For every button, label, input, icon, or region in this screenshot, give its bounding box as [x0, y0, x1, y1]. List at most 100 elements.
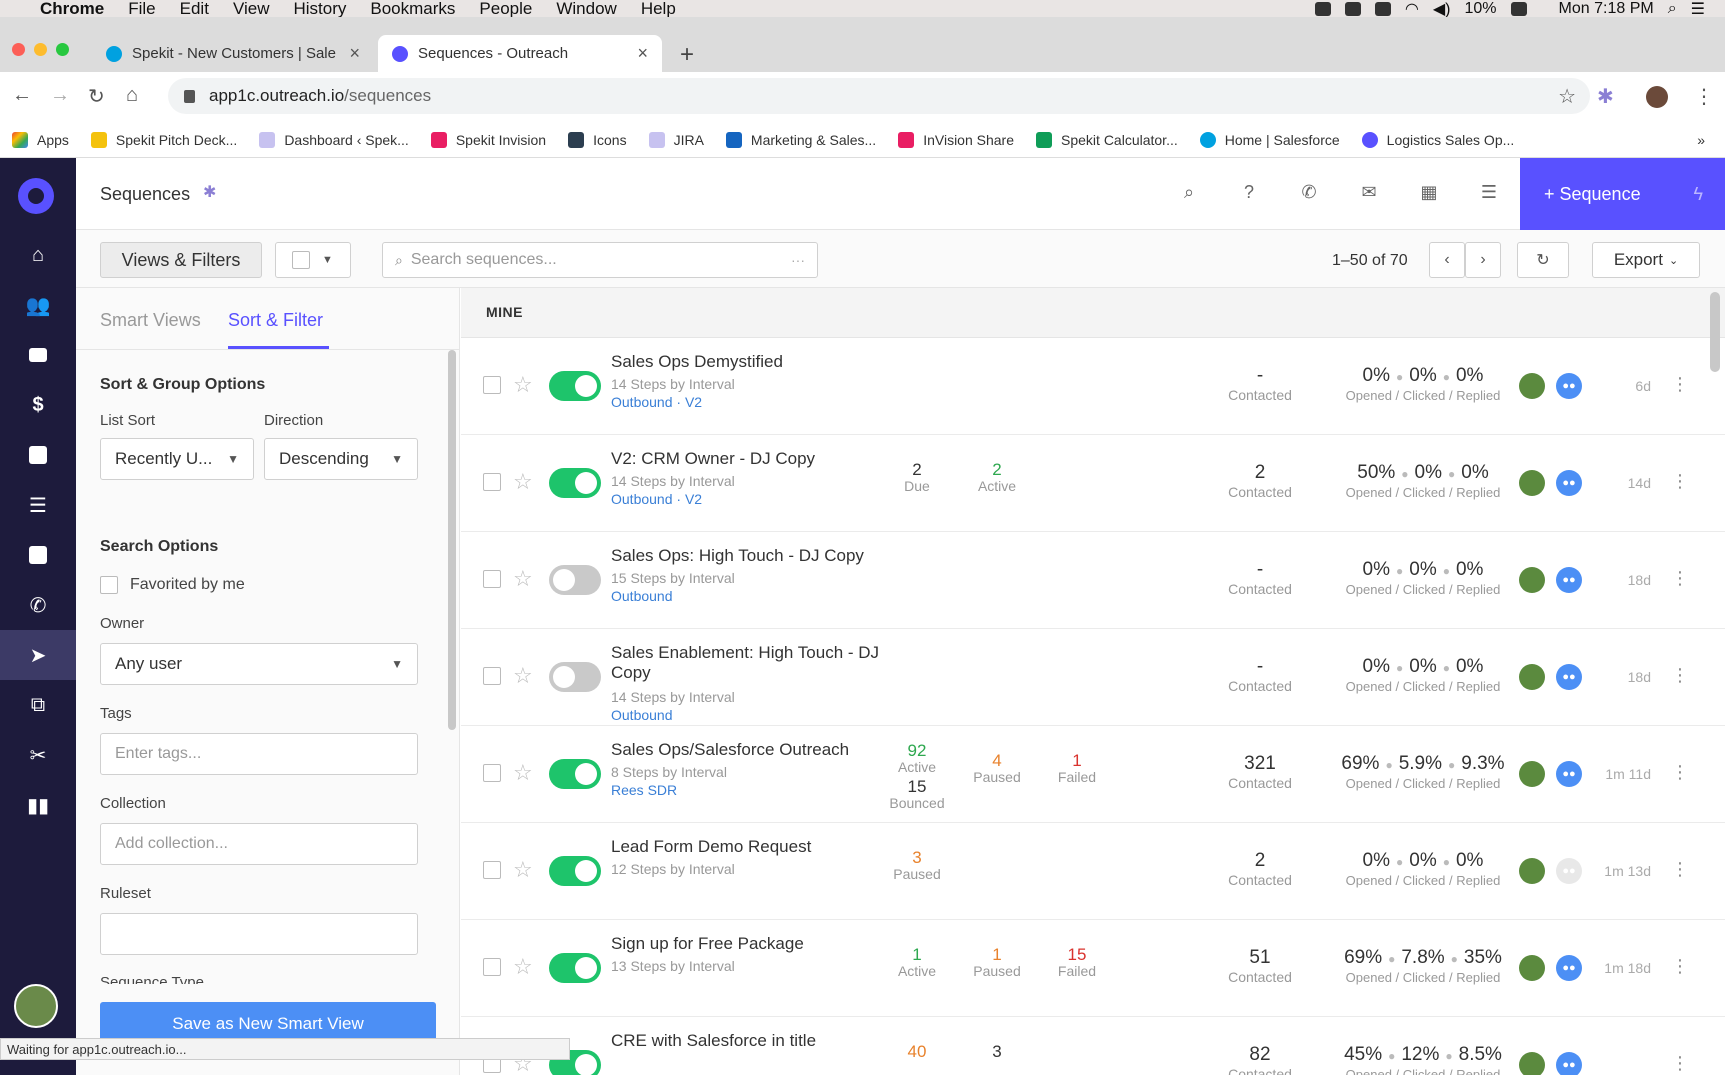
sequence-row[interactable]: ☆ V2: CRM Owner - DJ Copy 14 Steps by Inte…	[461, 435, 1725, 532]
close-tab-icon[interactable]: ×	[349, 43, 360, 64]
favorite-star-icon[interactable]: ☆	[513, 857, 533, 883]
spekit-sparkle-icon[interactable]: ✱	[203, 182, 216, 202]
sequence-toggle[interactable]	[549, 565, 601, 595]
sequence-toggle[interactable]	[549, 468, 601, 498]
row-menu-icon[interactable]: ⋮	[1671, 762, 1689, 783]
tab-sort-filter[interactable]: Sort & Filter	[228, 310, 323, 331]
menu-bookmarks[interactable]: Bookmarks	[370, 0, 455, 19]
select-all-checkbox[interactable]	[292, 251, 310, 269]
bulk-select-dropdown[interactable]: ▼	[275, 242, 351, 278]
stat-active[interactable]: 1 Active	[877, 946, 957, 980]
row-checkbox[interactable]	[483, 376, 501, 394]
new-sequence-button[interactable]: + Sequence ϟ	[1520, 158, 1725, 230]
bookmark-calculator[interactable]: Spekit Calculator...	[1036, 131, 1178, 148]
menu-chrome[interactable]: Chrome	[40, 0, 104, 19]
menu-people[interactable]: People	[479, 0, 532, 19]
row-menu-icon[interactable]: ⋮	[1671, 1053, 1689, 1074]
ruleset-input[interactable]	[115, 925, 417, 943]
shared-group-icon[interactable]: ●●	[1556, 664, 1582, 690]
row-checkbox[interactable]	[483, 473, 501, 491]
menu-edit[interactable]: Edit	[180, 0, 209, 19]
shared-group-icon[interactable]: ●●	[1556, 858, 1582, 884]
stat-paused[interactable]: 4 Paused	[957, 752, 1037, 786]
search-sequences[interactable]: ⌕ ···	[382, 242, 818, 278]
tags-field[interactable]	[100, 733, 418, 775]
wifi-icon[interactable]: ◠	[1405, 0, 1419, 19]
sequence-toggle[interactable]	[549, 371, 601, 401]
tab-spekit[interactable]: Spekit - New Customers | Sale ×	[92, 35, 374, 72]
owner-avatar[interactable]	[1519, 1052, 1545, 1075]
sequence-toggle[interactable]	[549, 953, 601, 983]
phone-icon[interactable]: ✆	[0, 580, 76, 630]
scissors-icon[interactable]: ✂	[0, 730, 76, 780]
favorite-star-icon[interactable]: ☆	[513, 954, 533, 980]
shared-group-icon[interactable]: ●●	[1556, 1052, 1582, 1075]
row-menu-icon[interactable]: ⋮	[1671, 665, 1689, 686]
menu-file[interactable]: File	[128, 0, 155, 19]
views-filters-button[interactable]: Views & Filters	[100, 242, 262, 278]
shared-group-icon[interactable]: ●●	[1556, 470, 1582, 496]
sequence-tags[interactable]: Outbound	[611, 588, 673, 604]
bookmark-dashboard[interactable]: Dashboard ‹ Spek...	[259, 131, 409, 148]
list-scrollbar[interactable]	[1710, 292, 1720, 372]
stat-bounced[interactable]: 15 Bounced	[877, 778, 957, 812]
stat-paused[interactable]: 3 Paused	[877, 849, 957, 883]
panel-scrollbar[interactable]	[448, 350, 456, 730]
sequence-row[interactable]: ☆ Sales Ops: High Touch - DJ Copy 15 Steps…	[461, 532, 1725, 629]
outreach-logo-icon[interactable]	[18, 178, 54, 214]
sequence-name[interactable]: CRE with Salesforce in title	[611, 1031, 901, 1051]
sequence-row[interactable]: ☆ Sales Ops/Salesforce Outreach 8 Steps by…	[461, 726, 1725, 823]
control-center-icon[interactable]: ☰	[1691, 0, 1705, 19]
stat-due[interactable]: 2 Due	[877, 461, 957, 495]
next-page-button[interactable]: ›	[1465, 242, 1501, 278]
more-options-icon[interactable]: ···	[791, 252, 805, 268]
favorite-star-icon[interactable]: ☆	[513, 372, 533, 398]
shared-group-icon[interactable]: ●●	[1556, 955, 1582, 981]
collection-input[interactable]	[115, 835, 417, 853]
tab-outreach[interactable]: Sequences - Outreach ×	[378, 35, 662, 72]
help-icon[interactable]: ?	[1238, 182, 1260, 204]
sequence-name[interactable]: Lead Form Demo Request	[611, 837, 901, 857]
stat-count[interactable]: 40	[877, 1043, 957, 1060]
export-button[interactable]: Export ⌄	[1592, 242, 1700, 278]
sequence-row[interactable]: ☆ Sales Ops Demystified 14 Steps by Interv…	[461, 338, 1725, 435]
record-icon[interactable]	[1314, 1, 1331, 16]
reload-icon[interactable]: ↻	[88, 84, 105, 109]
chart-icon[interactable]: ▮▮	[0, 780, 76, 830]
bolt-icon[interactable]: ϟ	[1693, 184, 1703, 205]
owner-avatar[interactable]	[1519, 761, 1545, 787]
stat-failed[interactable]: 15 Failed	[1037, 946, 1117, 980]
calendar-icon[interactable]	[0, 430, 76, 480]
menu-view[interactable]: View	[233, 0, 270, 19]
favorited-checkbox[interactable]	[100, 576, 118, 594]
favorite-star-icon[interactable]: ☆	[513, 566, 533, 592]
stat-count[interactable]: 3	[957, 1043, 1037, 1060]
row-menu-icon[interactable]: ⋮	[1671, 471, 1689, 492]
row-menu-icon[interactable]: ⋮	[1671, 859, 1689, 880]
dollar-icon[interactable]: $	[0, 380, 76, 430]
sequence-toggle[interactable]	[549, 759, 601, 789]
menu-window[interactable]: Window	[556, 0, 616, 19]
shared-group-icon[interactable]: ●●	[1556, 567, 1582, 593]
bookmarks-overflow-icon[interactable]: »	[1697, 132, 1705, 148]
minimize-window-button[interactable]	[34, 43, 47, 56]
prev-page-button[interactable]: ‹	[1429, 242, 1465, 278]
row-menu-icon[interactable]: ⋮	[1671, 956, 1689, 977]
clock[interactable]: Mon 7:18 PM	[1559, 0, 1654, 18]
bookmark-apps[interactable]: Apps	[12, 131, 69, 148]
bookmark-icons[interactable]: Icons	[568, 131, 627, 148]
favorited-label[interactable]: Favorited by me	[130, 576, 245, 594]
tags-input[interactable]	[115, 745, 417, 763]
sequence-toggle[interactable]	[549, 662, 601, 692]
menu-history[interactable]: History	[293, 0, 346, 19]
stat-active[interactable]: 2 Active	[957, 461, 1037, 495]
bookmark-star-icon[interactable]: ☆	[1558, 84, 1576, 109]
close-tab-icon[interactable]: ×	[637, 43, 648, 64]
tasks-icon[interactable]: ☰	[0, 480, 76, 530]
stat-paused[interactable]: 1 Paused	[957, 946, 1037, 980]
battery-icon[interactable]	[1510, 1, 1527, 16]
row-checkbox[interactable]	[483, 570, 501, 588]
mail-icon[interactable]: ✉	[1358, 182, 1380, 204]
sequence-name[interactable]: Sign up for Free Package	[611, 934, 901, 954]
bookmark-marketing[interactable]: Marketing & Sales...	[725, 131, 876, 148]
